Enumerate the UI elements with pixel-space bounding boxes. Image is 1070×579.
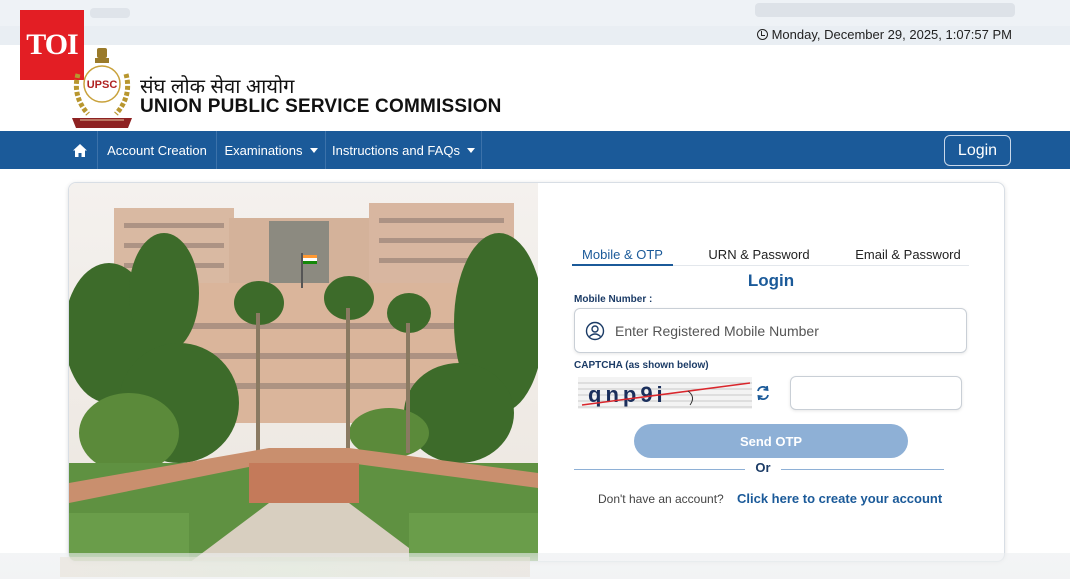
header-login-button[interactable]: Login	[944, 135, 1011, 166]
login-title: Login	[747, 271, 795, 290]
mobile-number-label: Mobile Number :	[574, 294, 653, 305]
or-separator: Or	[745, 460, 781, 475]
captcha-label: CAPTCHA (as shown below)	[574, 360, 709, 371]
tab-email-password[interactable]: Email & Password	[847, 247, 969, 262]
user-icon	[585, 321, 605, 340]
nav-item-label: Instructions and FAQs	[332, 142, 460, 158]
nav-instructions-faqs[interactable]: Instructions and FAQs	[326, 131, 482, 169]
no-account-text: Don't have an account?	[598, 492, 724, 506]
mobile-number-field[interactable]	[574, 308, 967, 353]
send-otp-button[interactable]: Send OTP	[634, 424, 908, 458]
captcha-input[interactable]	[790, 376, 962, 410]
clock-icon	[756, 29, 768, 40]
org-name-hindi: संघ लोक सेवा आयोग	[140, 76, 295, 98]
upsc-emblem-logo: UPSC	[72, 48, 132, 128]
tab-urn-password[interactable]: URN & Password	[699, 247, 819, 262]
create-account-link[interactable]: Click here to create your account	[737, 491, 942, 506]
tab-divider	[673, 265, 969, 266]
nav-examinations[interactable]: Examinations	[217, 131, 326, 169]
divider-line	[574, 469, 745, 470]
blurred-text	[755, 3, 1015, 17]
login-card: Mobile & OTP URN & Password Email & Pass…	[68, 182, 1005, 562]
bottom-fade	[0, 553, 1070, 579]
top-strip	[0, 0, 1070, 26]
nav-home-button[interactable]	[62, 131, 98, 169]
divider-line	[781, 469, 944, 470]
emblem-text: UPSC	[87, 79, 118, 91]
refresh-captcha-icon[interactable]	[754, 384, 772, 402]
upsc-building-photo	[69, 183, 538, 561]
datetime-text: Monday, December 29, 2025, 1:07:57 PM	[771, 27, 1012, 42]
tab-mobile-otp[interactable]: Mobile & OTP	[572, 247, 673, 262]
datetime-display: Monday, December 29, 2025, 1:07:57 PM	[756, 27, 1012, 42]
nav-item-label: Examinations	[224, 142, 303, 158]
caret-down-icon	[309, 147, 318, 153]
main-navbar: Account Creation Examinations Instructio…	[0, 131, 1070, 169]
blurred-text	[90, 8, 130, 18]
active-tab-indicator	[572, 264, 673, 266]
nav-account-creation[interactable]: Account Creation	[98, 131, 217, 169]
org-name-english: UNION PUBLIC SERVICE COMMISSION	[140, 96, 502, 117]
home-icon	[72, 143, 87, 157]
mobile-number-input[interactable]	[615, 322, 945, 339]
blurred-reflection	[60, 557, 530, 577]
captcha-image: qnp9i	[578, 377, 752, 409]
nav-item-label: Account Creation	[107, 142, 207, 158]
caret-down-icon	[466, 147, 475, 153]
